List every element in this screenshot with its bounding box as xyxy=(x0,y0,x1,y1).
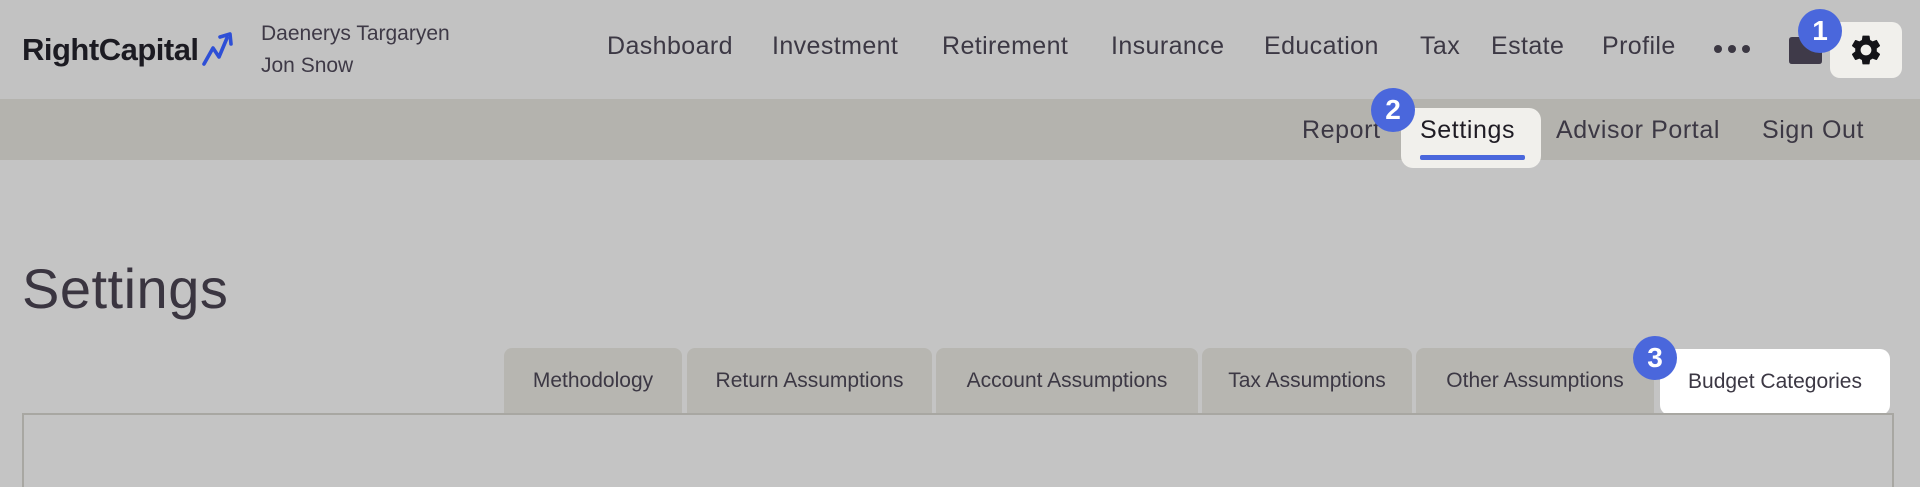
nav-dashboard[interactable]: Dashboard xyxy=(607,32,733,61)
nav-advisor-portal[interactable]: Advisor Portal xyxy=(1556,116,1720,145)
secondary-nav: Report Advisor Portal Sign Out xyxy=(0,99,1920,160)
tab-budget-categories[interactable]: Budget Categories xyxy=(1660,349,1890,415)
nav-education[interactable]: Education xyxy=(1264,32,1379,61)
client-name: Daenerys Targaryen xyxy=(261,22,450,45)
dot xyxy=(1714,45,1722,53)
step-badge-3: 3 xyxy=(1633,336,1677,380)
tab-tax-assumptions[interactable]: Tax Assumptions xyxy=(1202,348,1412,414)
nav-investment[interactable]: Investment xyxy=(772,32,898,61)
tab-account-assumptions[interactable]: Account Assumptions xyxy=(936,348,1198,414)
tab-methodology[interactable]: Methodology xyxy=(504,348,682,414)
nav-sign-out[interactable]: Sign Out xyxy=(1762,116,1864,145)
nav-retirement[interactable]: Retirement xyxy=(942,32,1068,61)
tab-other-assumptions[interactable]: Other Assumptions xyxy=(1416,348,1654,414)
nav-settings-label: Settings xyxy=(1420,116,1516,144)
step-badge-2: 2 xyxy=(1371,88,1415,132)
nav-estate[interactable]: Estate xyxy=(1491,32,1564,61)
client-names[interactable]: Daenerys Targaryen Jon Snow xyxy=(261,18,450,82)
step-badge-1: 1 xyxy=(1798,9,1842,53)
client-name: Jon Snow xyxy=(261,54,354,77)
dot xyxy=(1728,45,1736,53)
nav-insurance[interactable]: Insurance xyxy=(1111,32,1224,61)
top-header: RightCapital Daenerys Targaryen Jon Snow… xyxy=(0,0,1920,99)
gear-icon xyxy=(1851,35,1881,65)
nav-tax[interactable]: Tax xyxy=(1420,32,1460,61)
logo-text: RightCapital xyxy=(22,32,199,67)
rightcapital-logo[interactable]: RightCapital xyxy=(22,30,245,70)
more-dots-icon[interactable] xyxy=(1714,36,1750,62)
dot xyxy=(1742,45,1750,53)
page-title: Settings xyxy=(22,257,229,320)
nav-profile[interactable]: Profile xyxy=(1602,32,1676,61)
tab-return-assumptions[interactable]: Return Assumptions xyxy=(687,348,932,414)
logo-arrow-icon xyxy=(201,32,233,66)
nav-report[interactable]: Report xyxy=(1302,116,1381,145)
active-underline xyxy=(1420,155,1525,160)
settings-panel xyxy=(22,413,1894,487)
